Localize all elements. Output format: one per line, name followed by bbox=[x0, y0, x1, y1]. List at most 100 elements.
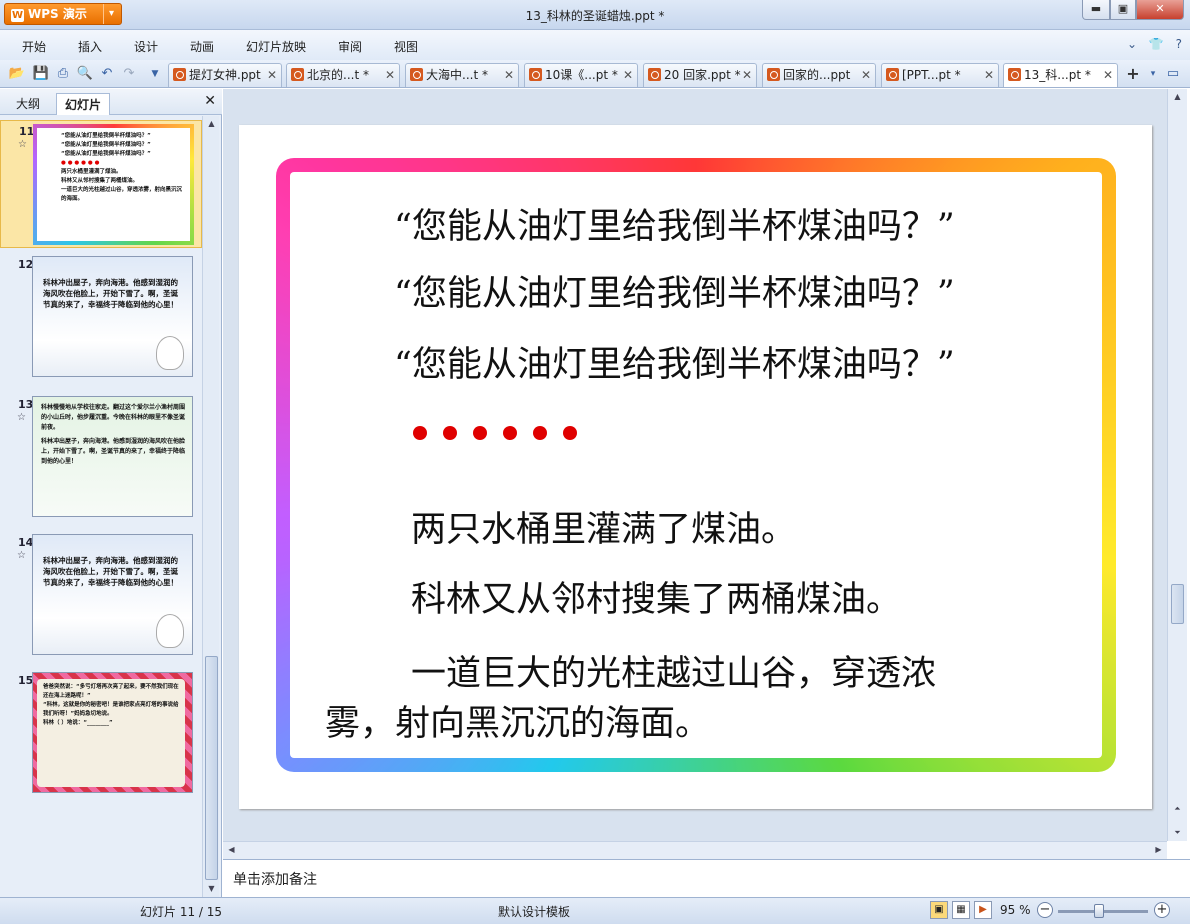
close-tab-icon[interactable]: ✕ bbox=[623, 64, 633, 86]
close-tab-icon[interactable]: ✕ bbox=[984, 64, 994, 86]
thumbnail-image: 科林慢慢地从学校往家走。翻过这个爱尔兰小渔村周围的小山丘时，他步履沉重。今晚在科… bbox=[32, 396, 193, 517]
thumbnail-text: “您能从油灯里给我倒半杯煤油吗？” bbox=[61, 151, 151, 157]
scroll-image: 爸爸突然说：“多亏灯塔再次亮了起来，要不然我们现在还在海上迷路呢！” “科林，这… bbox=[37, 679, 185, 787]
scroll-up-icon[interactable]: ▲ bbox=[1169, 89, 1186, 105]
menu-review[interactable]: 审阅 bbox=[338, 38, 362, 55]
close-panel-icon[interactable]: ✕ bbox=[204, 93, 216, 109]
help-icon[interactable]: ? bbox=[1176, 37, 1182, 51]
slide-canvas[interactable]: “您能从油灯里给我倒半杯煤油吗？” “您能从油灯里给我倒半杯煤油吗？” “您能从… bbox=[239, 125, 1152, 809]
maximize-button[interactable]: ▣ bbox=[1110, 0, 1136, 20]
doc-tab-label: 13_科...pt * bbox=[1024, 68, 1091, 82]
scroll-right-icon[interactable]: ▶ bbox=[1150, 842, 1167, 858]
ellipsis-dots bbox=[413, 426, 593, 443]
doc-tab[interactable]: 提灯女神.ppt ✕ bbox=[168, 63, 282, 87]
menu-slideshow[interactable]: 幻灯片放映 bbox=[246, 38, 306, 55]
print-icon[interactable]: ⎙ bbox=[54, 65, 72, 83]
zoom-slider-handle[interactable] bbox=[1094, 904, 1104, 918]
doc-tab-label: 大海中...t * bbox=[426, 68, 488, 82]
animation-star-icon: ☆ bbox=[17, 412, 26, 423]
menu-insert[interactable]: 插入 bbox=[78, 38, 102, 55]
doc-tab[interactable]: 北京的...t * ✕ bbox=[286, 63, 400, 87]
scroll-thumb[interactable] bbox=[205, 656, 218, 880]
next-slide-icon[interactable]: ⏷ bbox=[1169, 825, 1186, 841]
thumbnail-text: 科林慢慢地从学校往家走。翻过这个爱尔兰小渔村周围的小山丘时，他步履沉重。今晚在科… bbox=[41, 404, 186, 431]
ppt-file-icon bbox=[173, 68, 186, 81]
thumbnail-text: 科林冲出屋子，奔向海港。他感到湿润的海风吹在他脸上，开始下雪了。啊，圣诞节真的来… bbox=[41, 438, 186, 465]
menu-animation[interactable]: 动画 bbox=[190, 38, 214, 55]
slide-text[interactable]: 科林又从邻村搜集了两桶煤油。 bbox=[411, 571, 901, 622]
slide-text[interactable]: 两只水桶里灌满了煤油。 bbox=[411, 501, 796, 552]
doc-tab[interactable]: 回家的...ppt ✕ bbox=[762, 63, 876, 87]
slideshow-play-icon[interactable]: ▶ bbox=[974, 901, 992, 919]
ppt-file-icon bbox=[767, 68, 780, 81]
close-tab-icon[interactable]: ✕ bbox=[385, 64, 395, 86]
doc-tab-label: 10课《...pt * bbox=[545, 68, 618, 82]
close-tab-icon[interactable]: ✕ bbox=[861, 64, 871, 86]
minimize-button[interactable]: ▬ bbox=[1082, 0, 1110, 20]
menu-home[interactable]: 开始 bbox=[22, 38, 46, 55]
scroll-left-icon[interactable]: ◀ bbox=[223, 842, 240, 858]
slide-quote[interactable]: “您能从油灯里给我倒半杯煤油吗？” bbox=[394, 265, 955, 316]
notes-placeholder[interactable]: 单击添加备注 bbox=[233, 869, 317, 889]
editor-vertical-scrollbar[interactable]: ▲ ⏶ ⏷ bbox=[1167, 89, 1187, 841]
thumbnail-item-13[interactable]: 13 ☆ 科林慢慢地从学校往家走。翻过这个爱尔兰小渔村周围的小山丘时，他步履沉重… bbox=[0, 396, 202, 524]
close-tab-icon[interactable]: ✕ bbox=[1103, 64, 1113, 86]
slide-quote[interactable]: “您能从油灯里给我倒半杯煤油吗？” bbox=[394, 336, 955, 387]
tab-list-icon[interactable]: ▾ bbox=[1144, 65, 1162, 83]
normal-view-icon[interactable]: ▣ bbox=[930, 901, 948, 919]
thumbnail-text: ● ● ● ● ● ● bbox=[61, 160, 100, 166]
thumbnail-image: 科林冲出屋子，奔向海港。他感到湿润的海风吹在他脸上，开始下雪了。啊，圣诞节真的来… bbox=[32, 256, 193, 377]
customize-toolbar-icon[interactable]: ▼ bbox=[146, 65, 164, 83]
tab-outline[interactable]: 大纲 bbox=[8, 93, 48, 115]
thumbnail-text: “您能从油灯里给我倒半杯煤油吗？” bbox=[61, 142, 151, 148]
slide-text[interactable]: 一道巨大的光柱越过山谷，穿透浓 bbox=[411, 645, 936, 696]
scroll-down-icon[interactable]: ▼ bbox=[203, 881, 220, 897]
print-preview-icon[interactable]: 🔍 bbox=[76, 65, 94, 83]
doc-tab[interactable]: 20 回家.ppt * ✕ bbox=[643, 63, 757, 87]
new-tab-icon[interactable]: + bbox=[1124, 65, 1142, 83]
slide-quote[interactable]: “您能从油灯里给我倒半杯煤油吗？” bbox=[394, 198, 955, 249]
zoom-out-button[interactable]: − bbox=[1037, 902, 1053, 918]
doc-tab[interactable]: 大海中...t * ✕ bbox=[405, 63, 519, 87]
thumbnail-item-11[interactable]: 11 ☆ “您能从油灯里给我倒半杯煤油吗？” “您能从油灯里给我倒半杯煤油吗？”… bbox=[0, 120, 202, 248]
slide-editor: “您能从油灯里给我倒半杯煤油吗？” “您能从油灯里给我倒半杯煤油吗？” “您能从… bbox=[223, 89, 1167, 841]
editor-horizontal-scrollbar[interactable]: ◀ ▶ bbox=[223, 841, 1167, 859]
scroll-up-icon[interactable]: ▲ bbox=[203, 116, 220, 132]
animation-star-icon: ☆ bbox=[18, 139, 27, 150]
doc-tab-active[interactable]: 13_科...pt * ✕ bbox=[1003, 63, 1118, 87]
menu-design[interactable]: 设计 bbox=[134, 38, 158, 55]
prev-slide-icon[interactable]: ⏶ bbox=[1169, 801, 1186, 817]
thumbnail-image: 爸爸突然说：“多亏灯塔再次亮了起来，要不然我们现在还在海上迷路呢！” “科林，这… bbox=[32, 672, 193, 793]
doc-tab[interactable]: [PPT...pt * ✕ bbox=[881, 63, 999, 87]
undo-icon[interactable]: ↶ bbox=[98, 65, 116, 83]
layout-toggle-icon[interactable]: ▭ bbox=[1164, 65, 1182, 83]
thumbnail-item-14[interactable]: 14 ☆ 科林冲出屋子，奔向海港。他感到湿润的海风吹在他脸上，开始下雪了。啊，圣… bbox=[0, 534, 202, 662]
thumbnail-scrollbar[interactable]: ▲ ▼ bbox=[202, 116, 219, 897]
close-tab-icon[interactable]: ✕ bbox=[267, 64, 277, 86]
thumbnail-item-15[interactable]: 15 爸爸突然说：“多亏灯塔再次亮了起来，要不然我们现在还在海上迷路呢！” “科… bbox=[0, 672, 202, 800]
zoom-in-button[interactable]: + bbox=[1154, 902, 1170, 918]
menu-view[interactable]: 视图 bbox=[394, 38, 418, 55]
save-icon[interactable]: 💾 bbox=[32, 65, 50, 83]
status-bar: 幻灯片 11 / 15 默认设计模板 ▣ ▦ ▶ 95 % − + bbox=[0, 897, 1190, 924]
redo-icon[interactable]: ↷ bbox=[120, 65, 138, 83]
animation-star-icon: ☆ bbox=[17, 550, 26, 561]
close-tab-icon[interactable]: ✕ bbox=[504, 64, 514, 86]
doc-tab[interactable]: 10课《...pt * ✕ bbox=[524, 63, 638, 87]
thumbnail-text: “科林，这就是你的秘密吧！是谁把家点亮灯塔的事说给我们听呀！”妈妈急切地说。 bbox=[43, 702, 179, 717]
slide-text[interactable]: 雾，射向黑沉沉的海面。 bbox=[325, 695, 710, 746]
close-tab-icon[interactable]: ✕ bbox=[742, 64, 752, 86]
tab-slides[interactable]: 幻灯片 bbox=[56, 93, 111, 115]
menu-bar: 开始 插入 设计 动画 幻灯片放映 审阅 视图 ⌄ 👕 ? bbox=[0, 30, 1190, 60]
open-folder-icon[interactable]: 📂 bbox=[8, 65, 26, 83]
close-button[interactable]: ✕ bbox=[1136, 0, 1184, 20]
ppt-file-icon bbox=[529, 68, 542, 81]
scroll-thumb[interactable] bbox=[1171, 584, 1184, 624]
thumbnail-item-12[interactable]: 12 科林冲出屋子，奔向海港。他感到湿润的海风吹在他脸上，开始下雪了。啊，圣诞节… bbox=[0, 256, 202, 384]
skin-icon[interactable]: 👕 bbox=[1149, 37, 1164, 51]
notes-pane[interactable]: 单击添加备注 bbox=[223, 859, 1190, 897]
design-template[interactable]: 默认设计模板 bbox=[498, 903, 570, 920]
slide-sorter-icon[interactable]: ▦ bbox=[952, 901, 970, 919]
snowman-image bbox=[156, 614, 184, 648]
ribbon-collapse-icon[interactable]: ⌄ bbox=[1127, 37, 1137, 51]
